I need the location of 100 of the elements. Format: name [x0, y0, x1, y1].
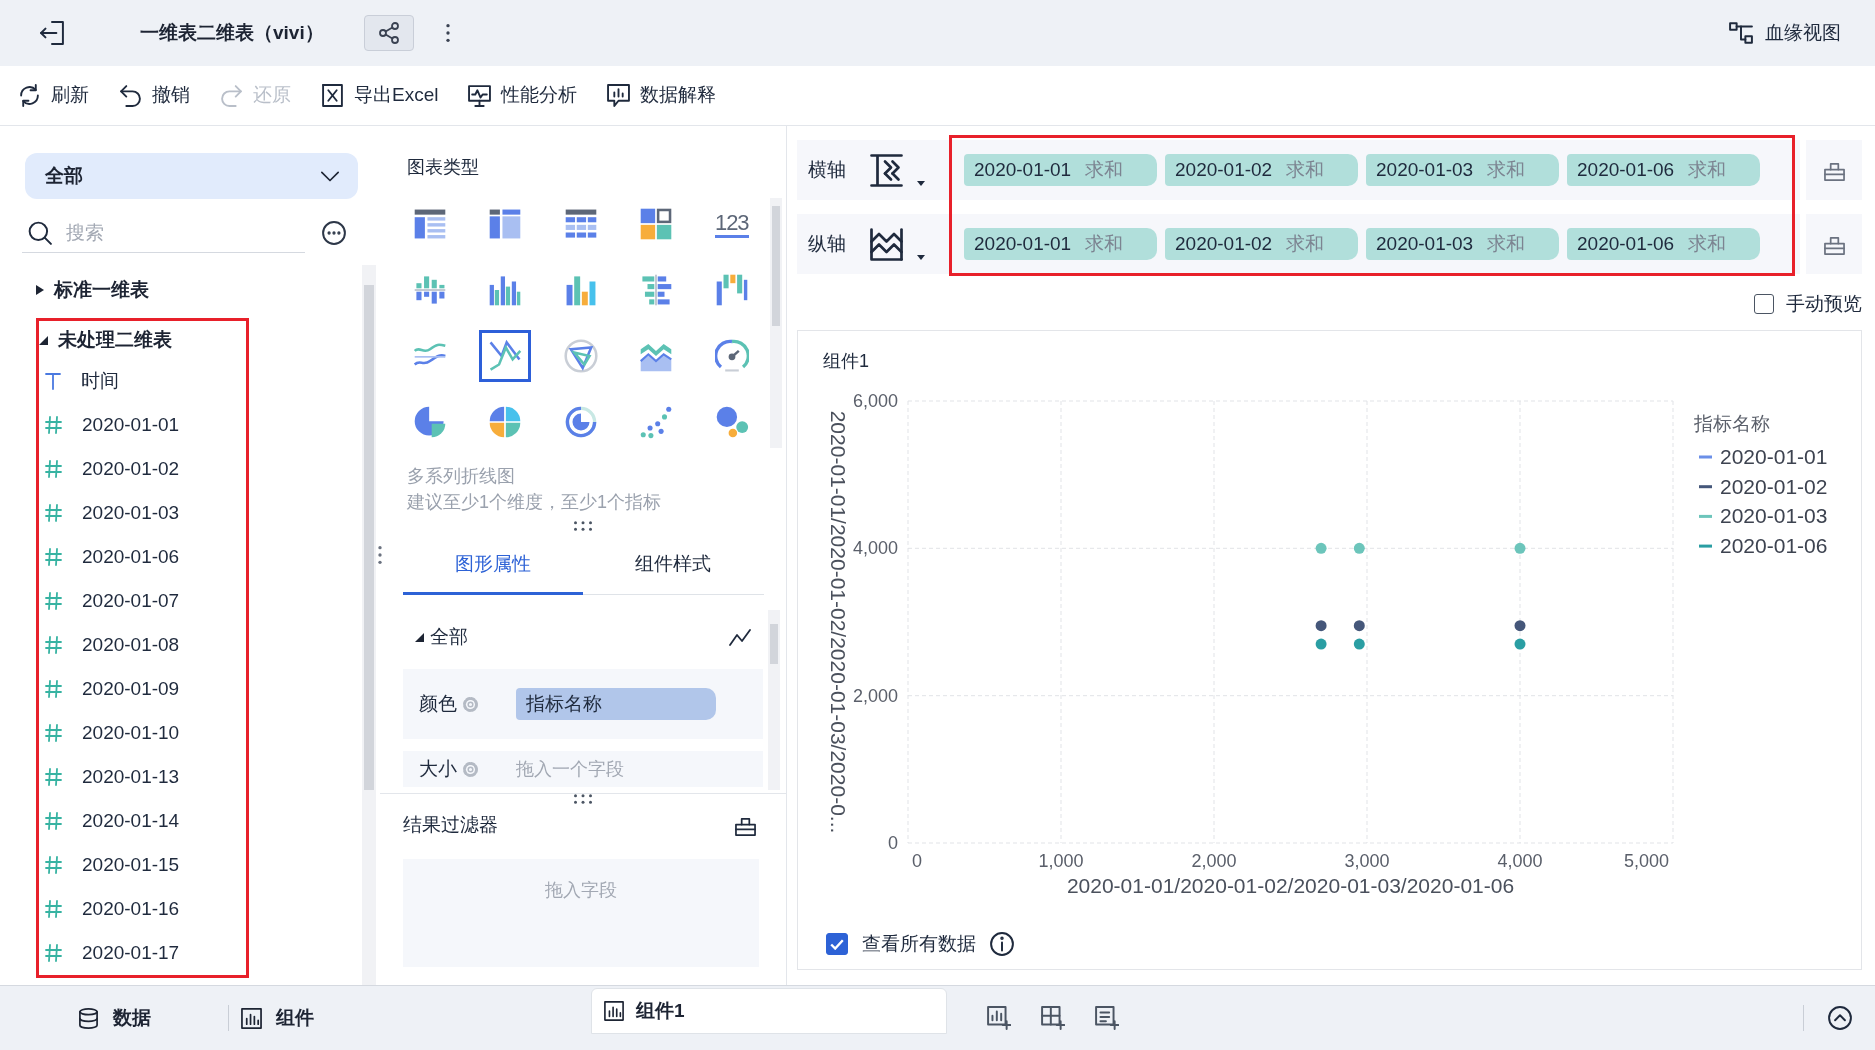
lineage-button[interactable]: 血缘视图	[1729, 18, 1841, 48]
field-pill[interactable]: 2020-01-03 求和	[1366, 228, 1559, 260]
add-button[interactable]	[987, 1006, 1011, 1030]
field-pill[interactable]: 2020-01-01 求和	[964, 154, 1157, 186]
data-point	[1514, 620, 1526, 632]
data-point	[1353, 542, 1365, 554]
field-item[interactable]: 2020-01-16	[39, 887, 246, 931]
data-point	[1315, 620, 1327, 632]
line-chart-icon[interactable]	[729, 626, 751, 648]
legend-label[interactable]: 2020-01-06	[1720, 534, 1828, 558]
drag-handle-icon[interactable]	[574, 794, 592, 804]
toolbar-button[interactable]: 撤销	[119, 81, 190, 110]
search-icon	[28, 221, 52, 245]
scrollbar[interactable]	[768, 610, 780, 790]
field-item[interactable]: 2020-01-02	[39, 447, 246, 491]
add-button[interactable]	[1095, 1006, 1119, 1030]
legend-label[interactable]: 2020-01-02	[1720, 474, 1828, 498]
drag-handle-icon[interactable]	[378, 546, 382, 564]
field-pill[interactable]: 2020-01-06 求和	[1567, 154, 1760, 186]
x-file-icon	[321, 84, 344, 107]
section-toggle[interactable]: 全部	[415, 622, 468, 652]
toolbar-button[interactable]: 数据解释	[607, 81, 717, 110]
stacked-bar-chart-icon	[412, 273, 447, 307]
add-bar-chart-icon	[987, 1006, 1011, 1030]
field-pill[interactable]: 2020-01-02 求和	[1165, 154, 1358, 186]
search-field[interactable]: 搜索	[22, 213, 305, 253]
x-axis-icon[interactable]	[870, 153, 903, 187]
field-pill[interactable]: 2020-01-03 求和	[1366, 154, 1559, 186]
toolbar-button[interactable]: 刷新	[18, 81, 89, 110]
field-pill[interactable]: 2020-01-01 求和	[964, 228, 1157, 260]
legend-label[interactable]: 2020-01-03	[1720, 504, 1828, 528]
more-icon[interactable]	[322, 221, 346, 245]
field-item[interactable]: 时间	[39, 359, 246, 403]
field-pill[interactable]: 2020-01-02 求和	[1165, 228, 1358, 260]
toolbar-button[interactable]: 性能分析	[468, 81, 578, 110]
checkbox[interactable]	[826, 933, 848, 956]
page-tab[interactable]: 组件1	[591, 988, 947, 1034]
y-tick-label: 2,000	[852, 685, 898, 706]
info-icon[interactable]	[990, 932, 1014, 957]
add-button[interactable]	[1041, 1006, 1065, 1030]
section-title: 结果过滤器	[403, 812, 498, 837]
panel-toggle[interactable]: 数据	[78, 1003, 151, 1033]
tree-group[interactable]: 未处理二维表	[39, 321, 172, 359]
field-item[interactable]: 2020-01-01	[39, 403, 246, 447]
y-axis-icon[interactable]	[870, 227, 903, 261]
x-tick-label: 5,000	[1623, 851, 1669, 871]
field-item[interactable]: 2020-01-07	[39, 579, 246, 623]
pivot-table-icon	[488, 207, 523, 241]
x-tick-label: 4,000	[1497, 851, 1543, 871]
y-tick-label: 4,000	[852, 538, 898, 559]
toolbox-button[interactable]	[1806, 140, 1862, 200]
data-point	[1353, 620, 1365, 632]
hash-icon	[45, 944, 62, 962]
scrollbar[interactable]	[770, 198, 782, 448]
data-point	[1353, 638, 1365, 650]
redo-icon	[220, 84, 243, 107]
database-icon	[78, 1007, 99, 1029]
chart-type-button[interactable]	[479, 330, 532, 382]
property-label: 大小	[419, 756, 457, 781]
toolbar-button[interactable]: 导出Excel	[321, 81, 439, 110]
drag-handle-icon[interactable]	[574, 521, 592, 531]
hash-icon	[45, 724, 62, 742]
panel-tab[interactable]: 组件样式	[583, 537, 763, 595]
field-item[interactable]: 2020-01-03	[39, 491, 246, 535]
panel-tab[interactable]: 图形属性	[403, 537, 583, 595]
share-button[interactable]	[363, 15, 414, 51]
section-title: 图表类型	[407, 156, 479, 179]
chevron-up-icon[interactable]	[1828, 1006, 1852, 1030]
hash-icon	[45, 856, 62, 874]
node-link-icon	[1729, 21, 1753, 45]
field-item[interactable]: 2020-01-09	[39, 667, 246, 711]
caret-down-icon[interactable]	[917, 180, 925, 186]
caret-down-icon[interactable]	[917, 254, 925, 260]
table-icon	[412, 207, 447, 241]
field-item[interactable]: 2020-01-10	[39, 711, 246, 755]
hash-icon	[45, 504, 62, 522]
hash-icon	[45, 680, 62, 698]
field-pill[interactable]: 指标名称	[516, 688, 716, 720]
scrollbar[interactable]	[362, 265, 376, 985]
field-item[interactable]: 2020-01-14	[39, 799, 246, 843]
field-item[interactable]: 2020-01-08	[39, 623, 246, 667]
panel-toggle[interactable]: 组件	[241, 1003, 314, 1033]
field-item[interactable]: 2020-01-13	[39, 755, 246, 799]
field-item[interactable]: 2020-01-17	[39, 931, 246, 975]
chat-bar-chart-icon	[607, 84, 631, 107]
hash-icon	[45, 460, 62, 478]
field-pill[interactable]: 2020-01-06 求和	[1567, 228, 1760, 260]
field-item[interactable]: 2020-01-15	[39, 843, 246, 887]
checkbox[interactable]	[1754, 294, 1774, 314]
undo-icon	[119, 84, 142, 107]
field-item[interactable]: 2020-01-06	[39, 535, 246, 579]
share-icon	[377, 22, 400, 44]
scope-dropdown[interactable]: 全部	[25, 153, 358, 199]
multicolor-pie-chart-icon	[488, 405, 523, 439]
toolbox-button[interactable]	[1806, 214, 1862, 274]
chart-type-button[interactable]: 123	[705, 198, 758, 250]
tree-group[interactable]: 标准一维表	[36, 268, 149, 312]
legend-label[interactable]: 2020-01-01	[1720, 445, 1828, 468]
exit-icon[interactable]	[40, 21, 64, 45]
more-icon[interactable]	[445, 24, 450, 42]
